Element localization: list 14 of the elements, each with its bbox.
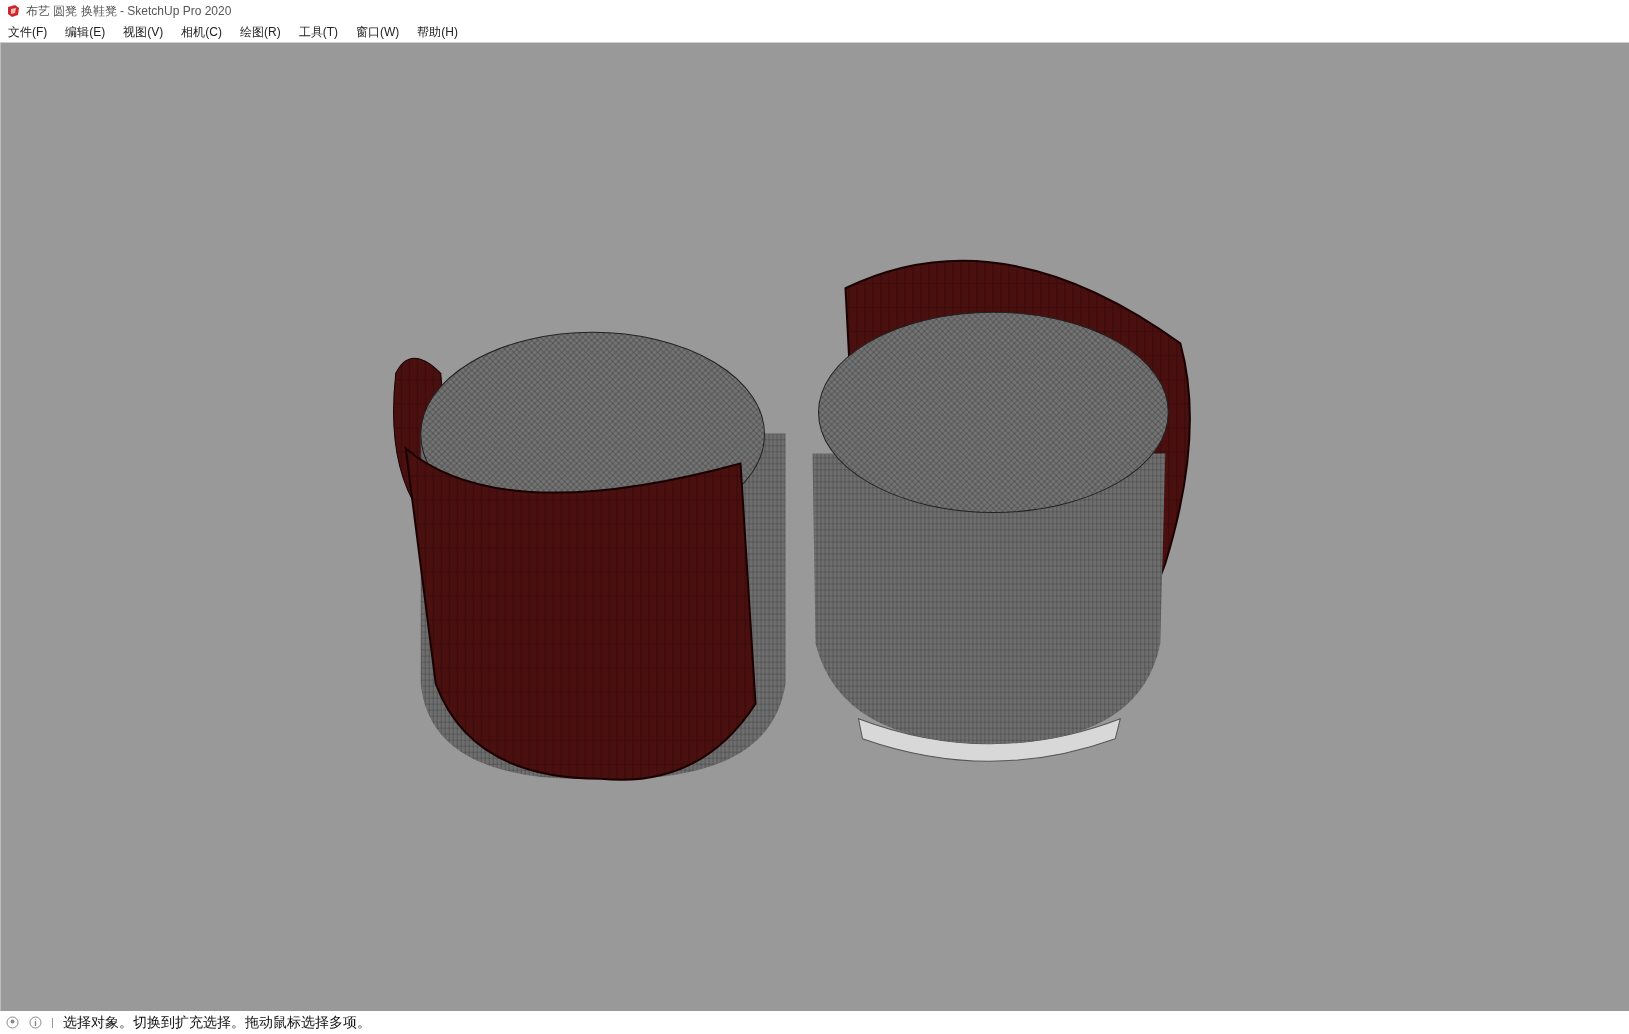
menu-item[interactable]: 工具(T) <box>292 22 344 41</box>
menu-item[interactable]: 文件(F) <box>2 22 54 41</box>
menu-item[interactable]: 视图(V) <box>117 22 170 41</box>
menu-item[interactable]: 编辑(E) <box>59 22 112 41</box>
menu-item[interactable]: 绘图(R) <box>234 22 287 41</box>
info-icon[interactable] <box>29 1016 42 1029</box>
menu-item[interactable]: 窗口(W) <box>350 22 406 41</box>
menu-item[interactable]: 帮助(H) <box>411 22 464 41</box>
model-viewport[interactable] <box>0 43 1629 1011</box>
menu-item[interactable]: 相机(C) <box>175 22 228 41</box>
geo-location-icon[interactable] <box>6 1016 19 1029</box>
app-logo-icon <box>6 3 20 18</box>
window-title: 布艺 圆凳 换鞋凳 - SketchUp Pro 2020 <box>26 2 232 20</box>
status-message: 选择对象。切换到扩充选择。拖动鼠标选择多项。 <box>63 1013 371 1032</box>
